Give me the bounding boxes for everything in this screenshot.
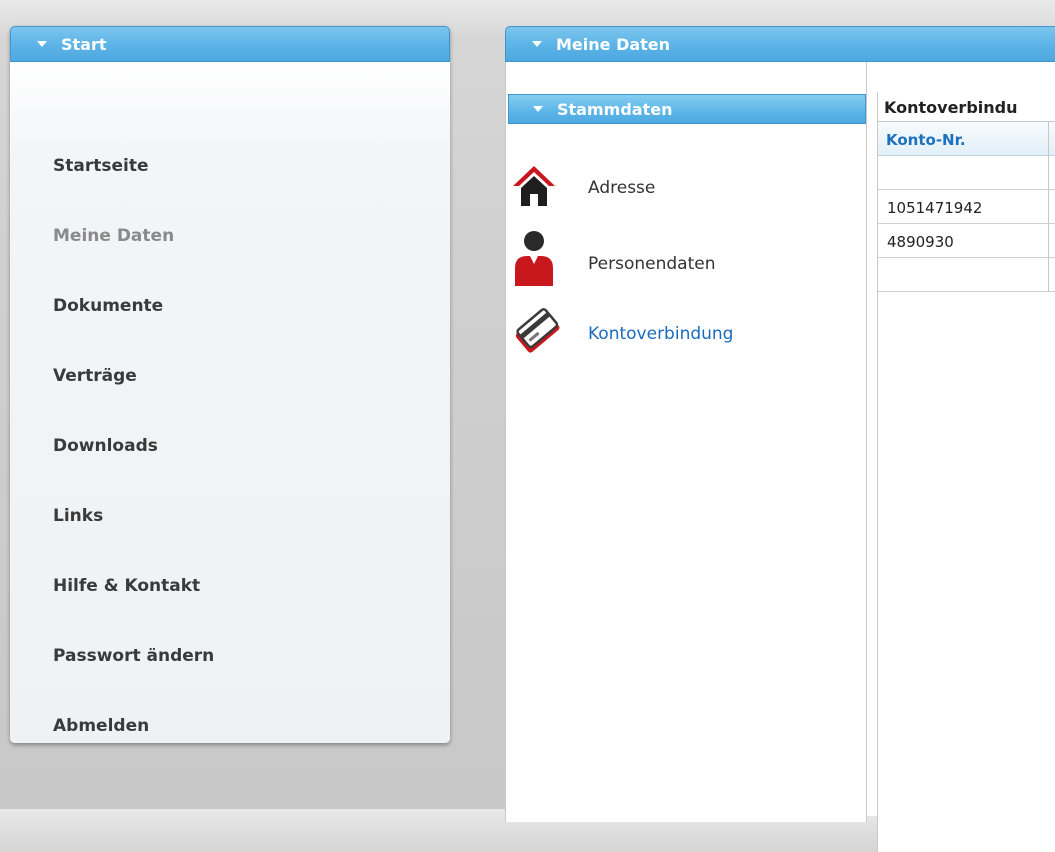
nav-entry-adresse[interactable]: Adresse bbox=[505, 162, 863, 222]
table-empty-area bbox=[877, 292, 1055, 852]
menu-item-meine-daten[interactable]: Meine Daten bbox=[53, 226, 174, 246]
column-divider bbox=[1048, 122, 1049, 292]
person-icon bbox=[511, 228, 557, 286]
stammdaten-title: Stammdaten bbox=[557, 99, 673, 119]
collapse-triangle-icon[interactable] bbox=[533, 106, 543, 112]
table-row[interactable] bbox=[877, 258, 1055, 292]
nav-label-kontoverbindung: Kontoverbindung bbox=[588, 324, 734, 344]
start-panel: Start Startseite Meine Daten Dokumente V… bbox=[10, 26, 450, 743]
start-panel-title: Start bbox=[61, 34, 107, 54]
table-row[interactable] bbox=[877, 156, 1055, 190]
bank-card-icon bbox=[511, 308, 560, 354]
menu-item-links[interactable]: Links bbox=[53, 506, 103, 526]
meine-daten-header[interactable]: Meine Daten bbox=[505, 26, 1055, 62]
collapse-triangle-icon[interactable] bbox=[532, 41, 542, 47]
start-panel-header[interactable]: Start bbox=[10, 26, 450, 62]
menu-item-dokumente[interactable]: Dokumente bbox=[53, 296, 163, 316]
meine-daten-title: Meine Daten bbox=[556, 34, 671, 54]
column-header-konto-nr[interactable]: Konto-Nr. bbox=[877, 122, 1055, 156]
nav-entry-personendaten[interactable]: Personendaten bbox=[505, 228, 863, 288]
house-icon bbox=[511, 162, 557, 208]
table-row[interactable]: 1051471942 bbox=[877, 190, 1055, 224]
main-menu: Startseite Meine Daten Dokumente Verträg… bbox=[10, 62, 450, 743]
meine-daten-panel: Meine Daten Stammdaten Adresse Personend… bbox=[505, 26, 1055, 852]
table-row[interactable]: 4890930 bbox=[877, 224, 1055, 258]
stammdaten-header[interactable]: Stammdaten bbox=[508, 94, 866, 124]
menu-item-passwort-aendern[interactable]: Passwort ändern bbox=[53, 646, 214, 666]
menu-item-startseite[interactable]: Startseite bbox=[53, 156, 148, 176]
nav-label-personendaten: Personendaten bbox=[588, 254, 716, 274]
nav-entry-kontoverbindung[interactable]: Kontoverbindung bbox=[505, 308, 863, 368]
table-title: Kontoverbindu bbox=[877, 92, 1055, 122]
collapse-triangle-icon[interactable] bbox=[37, 41, 47, 47]
menu-item-downloads[interactable]: Downloads bbox=[53, 436, 158, 456]
menu-item-vertraege[interactable]: Verträge bbox=[53, 366, 137, 386]
nav-label-adresse: Adresse bbox=[588, 178, 656, 198]
menu-item-abmelden[interactable]: Abmelden bbox=[53, 716, 149, 736]
menu-item-hilfe-kontakt[interactable]: Hilfe & Kontakt bbox=[53, 576, 200, 596]
kontoverbindung-table: Kontoverbindu Konto-Nr. 1051471942 48909… bbox=[877, 92, 1055, 852]
